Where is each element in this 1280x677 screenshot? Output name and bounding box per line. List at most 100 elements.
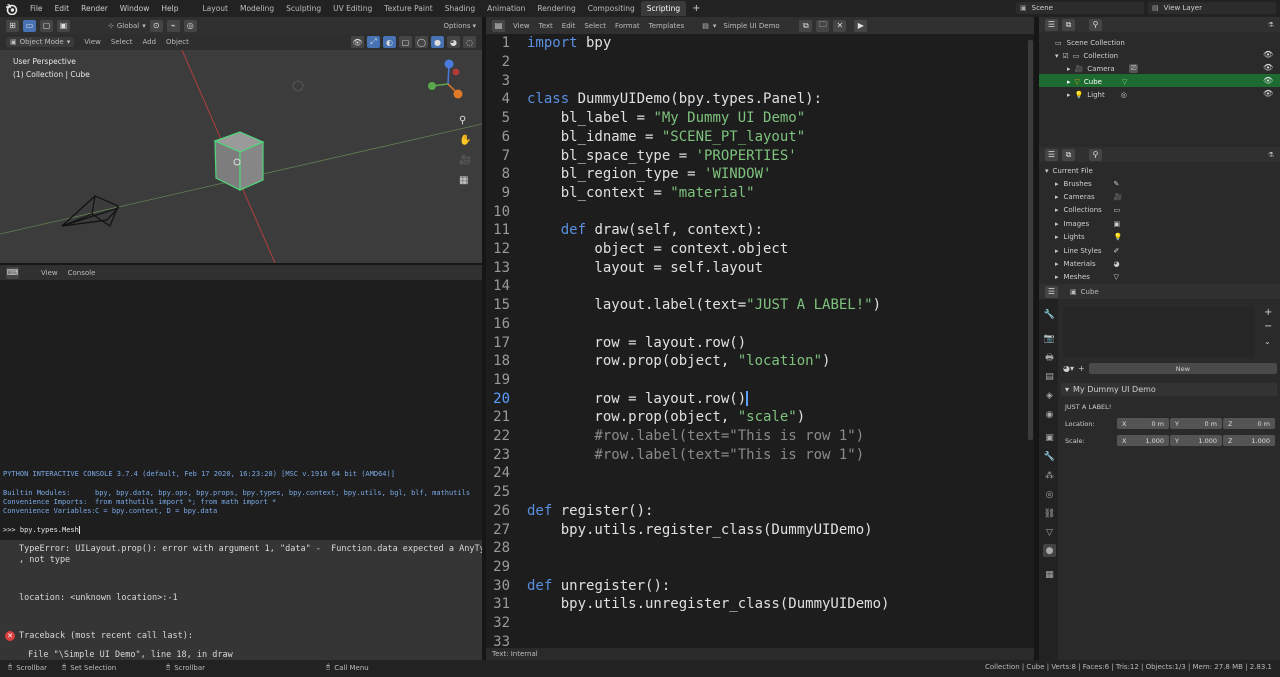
code-line[interactable]: 33 [486,632,527,648]
code-line[interactable]: 23 #row.label(text="This is row 1") [486,445,864,464]
tab-modeling[interactable]: Modeling [234,1,280,16]
code-line[interactable]: 30 def unregister(): [486,576,670,595]
outliner-filter-icon[interactable]: ⚗ [1268,151,1274,159]
outliner-item-light[interactable]: ▸ 💡 Light ◎ [1067,88,1127,101]
menu-render[interactable]: Render [75,4,114,13]
duplicate-text-icon[interactable]: ⧉ [799,19,813,32]
console-menu-console[interactable]: Console [68,269,96,277]
text-datablock-selector[interactable]: ▤ ▾ Simple UI Demo [702,22,795,30]
physics-tab-icon[interactable]: ◎ [1043,488,1056,501]
code-line[interactable]: 25 [486,483,527,502]
tab-texture-paint[interactable]: Texture Paint [378,1,438,16]
run-script-icon[interactable]: ▶ [854,19,868,32]
zoom-icon[interactable]: ⚲ [459,115,466,126]
xray-icon[interactable]: ▢ [399,36,412,48]
tab-shading[interactable]: Shading [439,1,481,16]
gizmo-icon[interactable]: ⤢ [367,36,380,48]
mode-dropdown[interactable]: ▣ Object Mode ▾ [6,37,75,47]
code-line[interactable]: 7 bl_space_type = 'PROPERTIES' [486,146,797,165]
snap-icon[interactable]: ⌁ [166,19,180,32]
code-line[interactable]: 9 bl_context = "material" [486,184,755,203]
viewport-menu-select[interactable]: Select [111,38,133,46]
visibility-eye-icon[interactable]: 👁 [1263,89,1273,98]
select-tool-icon[interactable]: ▭ [23,19,36,32]
world-tab-icon[interactable]: ◉ [1043,408,1056,421]
menu-edit[interactable]: Edit [49,4,76,13]
text-menu-edit[interactable]: Edit [562,22,576,30]
remove-slot-icon[interactable]: − [1264,321,1272,332]
tab-sculpting[interactable]: Sculpting [280,1,327,16]
visibility-eye-icon[interactable]: 👁 [1263,76,1273,85]
tab-animation[interactable]: Animation [481,1,531,16]
console-editor-type-icon[interactable]: ⌨ [6,266,19,279]
close-text-icon[interactable]: ✕ [833,19,847,32]
output-tab-icon[interactable]: 🖶 [1043,351,1056,364]
code-line[interactable]: 26 def register(): [486,502,653,521]
dummy-panel-header[interactable]: ▾ My Dummy UI Demo [1061,383,1277,396]
code-line[interactable]: 2 [486,53,527,72]
code-line[interactable]: 10 [486,202,527,221]
code-line[interactable]: 16 [486,315,527,334]
hand-pan-icon[interactable]: ✋ [459,135,471,146]
overlay-icon[interactable]: ◐ [383,36,396,48]
checkbox-icon[interactable]: ☑ [1063,52,1069,60]
proportional-edit-icon[interactable]: ◎ [183,19,197,32]
outliner-display-mode-icon[interactable]: ⧉ [1062,18,1075,31]
add-workspace-icon[interactable]: + [686,3,706,14]
camera-object[interactable] [61,195,120,227]
blend-file-item[interactable]: ▸ Materials ◕ [1055,257,1120,270]
modifier-tab-icon[interactable]: 🔧 [1043,450,1056,463]
3d-viewport[interactable]: User Perspective (1) Collection | Cube ⚲… [0,34,482,263]
add-material-icon[interactable]: + [1078,364,1085,373]
blender-logo-icon[interactable] [4,2,18,15]
menu-file[interactable]: File [24,4,49,13]
code-line[interactable]: 28 [486,539,527,558]
pivot-icon[interactable]: ⊙ [149,19,163,32]
blend-file-item[interactable]: ▸ Brushes ✎ [1055,177,1119,190]
code-line[interactable]: 6 bl_idname = "SCENE_PT_layout" [486,128,806,147]
blend-file-mode-icon[interactable]: ⧉ [1062,148,1075,161]
text-editor-type-icon[interactable]: ▤ [492,19,505,32]
view-layer-tab-icon[interactable]: ▤ [1043,370,1056,383]
current-file-root[interactable]: ▾ Current File [1045,164,1093,177]
code-line[interactable]: 32 [486,614,527,633]
viewport-menu-object[interactable]: Object [166,38,189,46]
blend-file-item[interactable]: ▸ Collections ▭ [1055,204,1120,217]
text-menu-text[interactable]: Text [539,22,553,30]
text-editor[interactable]: 1 import bpy 2 3 4 class DummyUIDemo(bpy.type… [486,34,1034,648]
grid-ortho-icon[interactable]: ▦ [459,175,468,186]
properties-editor-type-icon[interactable]: ☰ [1045,285,1058,298]
text-menu-select[interactable]: Select [584,22,606,30]
new-material-button[interactable]: New [1088,363,1277,374]
code-line[interactable]: 17 row = layout.row() [486,333,746,352]
tool-tab-icon[interactable]: 🔧 [1043,308,1056,321]
outliner-editor-type-icon[interactable]: ☰ [1045,148,1058,161]
blend-file-item[interactable]: ▸ Meshes ▽ [1055,271,1119,284]
outliner-item-scene-collection[interactable]: ▭ Scene Collection [1055,36,1125,49]
viewport-menu-add[interactable]: Add [142,38,156,46]
outliner-search-icon[interactable]: ⚲ [1089,18,1102,31]
select-extend-icon[interactable]: ▣ [57,19,70,32]
scale-x-field[interactable]: X 1.000 [1117,435,1169,446]
code-line[interactable]: 24 [486,464,527,483]
blend-file-item[interactable]: ▸ Images ▣ [1055,217,1120,230]
scale-y-field[interactable]: Y 1.000 [1170,435,1222,446]
code-line[interactable]: 27 bpy.utils.register_class(DummyUIDemo) [486,520,872,539]
orientation-dropdown[interactable]: ⊹ Global ▾ [108,22,146,30]
options-dropdown[interactable]: Options ▾ [443,22,476,30]
open-folder-icon[interactable]: 🗀 [816,19,830,32]
data-tab-icon[interactable]: ▽ [1043,526,1056,539]
tab-scripting[interactable]: Scripting [640,1,687,16]
tab-compositing[interactable]: Compositing [582,1,641,16]
code-line[interactable]: 14 [486,277,527,296]
view-layer-selector[interactable]: ▤ View Layer [1148,2,1276,14]
shading-wire-icon[interactable]: ◯ [415,36,428,48]
outliner-search-icon[interactable]: ⚲ [1089,148,1102,161]
code-line[interactable]: 4 class DummyUIDemo(bpy.types.Panel): [486,90,822,109]
menu-help[interactable]: Help [155,4,184,13]
blend-file-item[interactable]: ▸ Cameras 🎥 [1055,190,1122,203]
shading-solid-icon[interactable]: ● [431,36,444,48]
text-menu-format[interactable]: Format [615,22,640,30]
editor-scrollbar[interactable] [1028,40,1033,440]
add-slot-icon[interactable]: + [1264,307,1272,318]
